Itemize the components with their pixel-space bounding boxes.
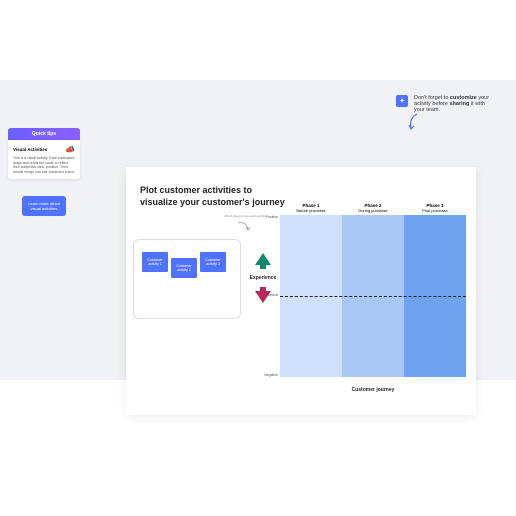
tip-text: Don't forget to customize your activity … — [414, 95, 496, 113]
megaphone-icon: 📣 — [65, 145, 75, 154]
quick-tips-text: This is a visual activity. Each particip… — [13, 156, 75, 174]
chart-columns[interactable]: Positive Neutral Negative — [280, 215, 466, 377]
journey-chart[interactable]: Phase 1Before purchase Phase 2During pur… — [280, 203, 466, 393]
y-tick-neutral: Neutral — [267, 293, 278, 297]
customize-tip: ✦ Don't forget to customize your activit… — [396, 95, 496, 113]
activities-card: Customer activity 1 Customer activity 2 … — [133, 239, 241, 319]
activity-tile[interactable]: Customer activity 3 — [200, 252, 226, 272]
experience-label: Experience — [248, 275, 278, 281]
drag-hint: click & drag to plot each activity — [224, 215, 266, 231]
learn-more-button[interactable]: Learn more about visual activities — [22, 196, 66, 216]
quick-tips-header: Quick tips — [8, 128, 80, 140]
quick-tips-card: Quick tips Visual Activities 📣 This is a… — [8, 128, 80, 179]
y-tick-positive: Positive — [266, 215, 278, 219]
quick-tips-body: Visual Activities 📣 This is a visual act… — [8, 140, 80, 179]
phase-header: Phase 1Before purchase — [280, 203, 342, 215]
journey-canvas: Plot customer activities to visualize yo… — [126, 167, 476, 415]
phase-header: Phase 3Post purchase — [404, 203, 466, 215]
phase-header: Phase 2During purchase — [342, 203, 404, 215]
tip-arrow-icon — [405, 112, 421, 132]
y-tick-negative: Negative — [264, 373, 278, 377]
arrow-up-icon — [255, 253, 271, 265]
x-axis-label: Customer journey — [280, 387, 466, 393]
activity-tile[interactable]: Customer activity 2 — [171, 258, 197, 278]
activity-tile[interactable]: Customer activity 1 — [142, 252, 168, 272]
neutral-line — [280, 296, 466, 297]
phase-headers: Phase 1Before purchase Phase 2During pur… — [280, 203, 466, 215]
lightbulb-icon: ✦ — [396, 95, 408, 107]
quick-tips-title: Visual Activities — [13, 147, 47, 152]
